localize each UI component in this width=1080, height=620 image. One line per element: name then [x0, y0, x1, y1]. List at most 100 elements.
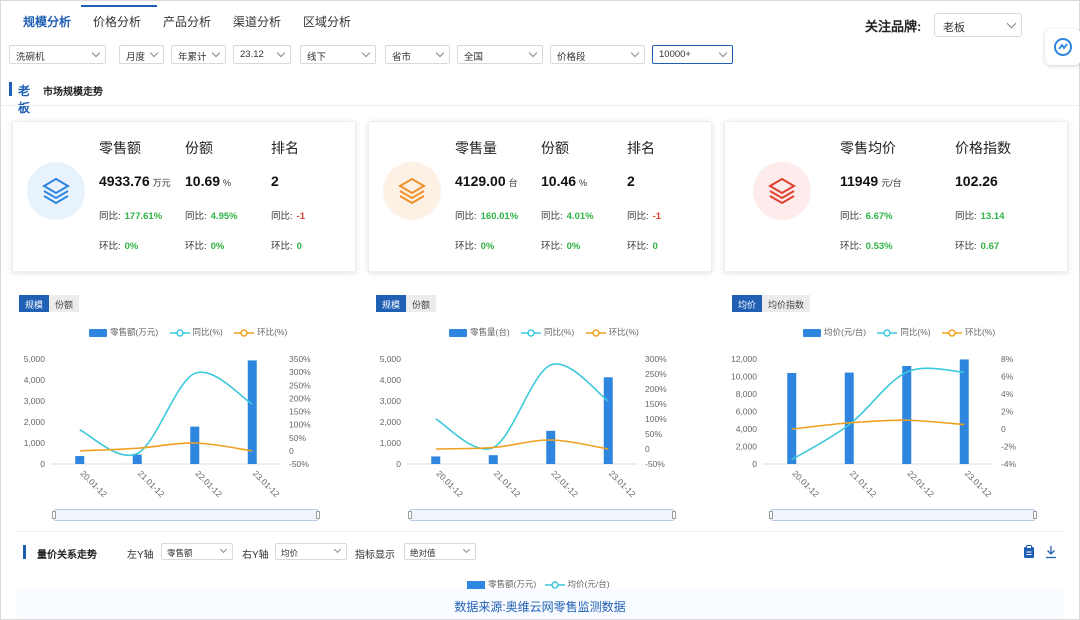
- download-icon[interactable]: [1045, 545, 1057, 559]
- left-axis-select[interactable]: 零售额: [161, 543, 233, 560]
- chart3-legend: 均价(元/台) 同比(%) 环比(%): [803, 326, 1004, 338]
- region-level-select[interactable]: 省市: [385, 45, 450, 64]
- legend-item-mom[interactable]: 环比(%): [234, 326, 287, 338]
- metric-display-label: 指标显示: [355, 550, 395, 561]
- tab-channel[interactable]: 渠道分析: [233, 13, 281, 30]
- bar-mark: [190, 426, 200, 464]
- section-marker: [9, 82, 12, 96]
- right-axis-tick: 100%: [289, 420, 311, 430]
- toggle-scale[interactable]: 规模: [19, 295, 50, 312]
- mom-label: 环比:: [271, 241, 293, 252]
- left-axis-tick: 4,000: [24, 375, 46, 385]
- chevron-down-icon: [528, 48, 538, 58]
- legend-item-yoy[interactable]: 同比(%): [169, 326, 223, 338]
- channel-select[interactable]: 线下: [300, 45, 376, 64]
- metric-value: 10.46%: [541, 173, 587, 189]
- x-axis-tick: 21.01-12: [136, 468, 167, 499]
- yoy-value: 6.67%: [865, 211, 893, 222]
- metric-display-select[interactable]: 绝对值: [404, 543, 476, 560]
- legend-item-mom[interactable]: 环比(%): [585, 326, 639, 338]
- metric-number: 2: [627, 173, 635, 189]
- bar-mark: [132, 454, 142, 464]
- slider-handle-right[interactable]: [316, 511, 320, 519]
- bar-mark: [488, 455, 498, 464]
- analysis-tabs: 规模分析 价格分析 产品分析 渠道分析 区域分析: [1, 1, 861, 41]
- mom-label: 环比:: [627, 241, 649, 252]
- clipboard-icon[interactable]: [1023, 545, 1035, 559]
- legend-item-yoy[interactable]: 同比(%): [521, 326, 574, 338]
- toggle-share[interactable]: 份额: [49, 295, 80, 312]
- legend-item-bar[interactable]: 零售额(万元): [89, 326, 158, 338]
- tab-price[interactable]: 价格分析: [93, 13, 141, 30]
- mom-label: 环比:: [185, 241, 207, 252]
- legend-item-yoy[interactable]: 同比(%): [877, 326, 931, 338]
- volume-price-title: 量价关系走势: [37, 550, 97, 561]
- metric-label: 份额: [185, 140, 213, 156]
- chevron-down-icon: [630, 48, 640, 58]
- slider-handle-right[interactable]: [1033, 511, 1037, 519]
- toggle-price-index[interactable]: 均价指数: [762, 295, 811, 312]
- left-axis-tick: 1,000: [380, 438, 402, 448]
- right-axis-select[interactable]: 均价: [275, 543, 347, 560]
- mom-row: 环比: 0%: [99, 238, 138, 252]
- left-axis-tick: 2,000: [380, 417, 402, 427]
- region-level-value: 省市: [392, 52, 412, 63]
- tab-region[interactable]: 区域分析: [303, 13, 351, 30]
- slider-handle-right[interactable]: [672, 511, 676, 519]
- price-value-text: 10000+: [659, 49, 691, 60]
- mom-row: 环比: 0.53%: [840, 238, 893, 252]
- tab-scale[interactable]: 规模分析: [23, 13, 71, 30]
- category-select[interactable]: 洗碗机: [9, 45, 106, 64]
- assistant-widget-button[interactable]: [1045, 29, 1080, 65]
- chart2-range-slider[interactable]: [408, 509, 676, 521]
- left-axis-tick: 8,000: [736, 389, 758, 399]
- brand-select[interactable]: 老板: [934, 13, 1022, 37]
- legend-item-line[interactable]: 均价(元/台): [544, 579, 610, 589]
- left-axis-tick: 4,000: [736, 424, 758, 434]
- right-axis-tick: 200%: [289, 393, 311, 403]
- metric-unit: 元/台: [881, 178, 902, 188]
- metric-label: 份额: [541, 140, 569, 156]
- left-axis-tick: 0: [752, 459, 757, 469]
- legend-label: 零售额(万元): [110, 327, 159, 337]
- yoy-value: 177.61%: [124, 211, 163, 222]
- date-select[interactable]: 23.12: [233, 45, 291, 64]
- x-axis-tick: 23.01-12: [251, 468, 282, 499]
- yoy-value: 13.14: [980, 211, 1005, 222]
- mom-label: 环比:: [955, 241, 977, 252]
- right-axis-tick: 50%: [289, 433, 306, 443]
- chart1-range-slider[interactable]: [52, 509, 320, 521]
- toggle-avg-price[interactable]: 均价: [732, 295, 763, 312]
- legend-item-bar[interactable]: 零售额(万元): [467, 579, 536, 589]
- category-value: 洗碗机: [16, 52, 45, 63]
- tab-product[interactable]: 产品分析: [163, 13, 211, 30]
- price-value-select[interactable]: 10000+: [652, 45, 733, 64]
- mom-row: 环比: 0.67: [955, 238, 999, 252]
- right-axis-tick: 150%: [645, 399, 667, 409]
- chart3-range-slider[interactable]: [769, 509, 1037, 521]
- bar-mark: [247, 360, 257, 464]
- period-type-select[interactable]: 月度: [119, 45, 164, 64]
- legend-label: 零售额(万元): [488, 579, 537, 589]
- metric-label: 排名: [627, 140, 655, 156]
- metric-label: 排名: [271, 140, 299, 156]
- metric-number: 102.26: [955, 173, 998, 189]
- yoy-label: 同比:: [455, 211, 477, 222]
- chevron-down-icon: [91, 48, 101, 58]
- legend-label: 均价(元/台): [824, 327, 867, 337]
- legend-item-bar[interactable]: 零售量(台): [449, 326, 510, 338]
- accumulate-select[interactable]: 年累计: [171, 45, 226, 64]
- legend-item-bar[interactable]: 均价(元/台): [803, 326, 866, 338]
- region-select[interactable]: 全国: [457, 45, 543, 64]
- metric-number: 4933.76: [99, 173, 150, 189]
- toggle-scale[interactable]: 规模: [376, 295, 407, 312]
- left-axis-tick: 5,000: [380, 354, 402, 364]
- bar-mark: [75, 456, 85, 464]
- toggle-share[interactable]: 份额: [406, 295, 437, 312]
- slider-handle-left[interactable]: [408, 511, 412, 519]
- legend-bar-swatch: [449, 328, 467, 337]
- slider-handle-left[interactable]: [769, 511, 773, 519]
- price-segment-select[interactable]: 价格段: [550, 45, 645, 64]
- slider-handle-left[interactable]: [52, 511, 56, 519]
- legend-item-mom[interactable]: 环比(%): [942, 326, 995, 338]
